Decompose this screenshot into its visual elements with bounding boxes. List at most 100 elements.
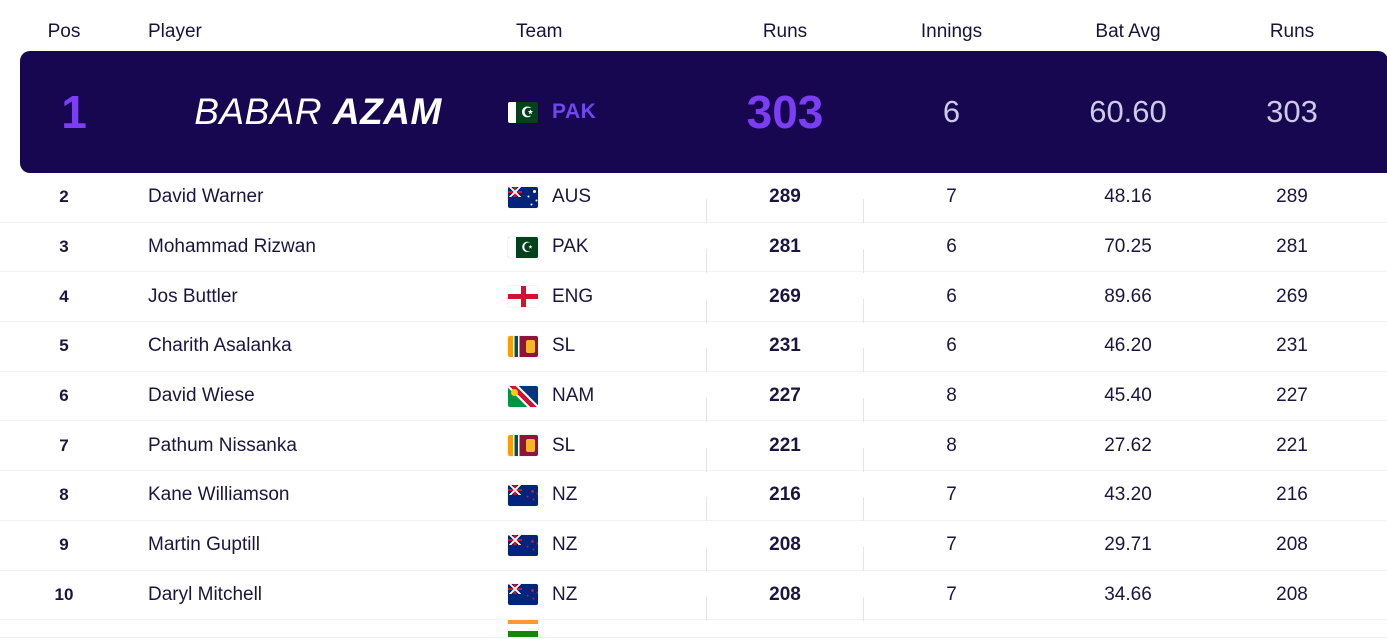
row-team-label: SL: [552, 434, 576, 456]
featured-runs: 303: [746, 86, 824, 138]
table-header: Pos Player Team Runs Innings Bat Avg Run…: [0, 0, 1387, 51]
sl-flag-icon: [508, 335, 538, 357]
table-row[interactable]: 6 David Wiese NAM 227 8 45.40 227: [0, 372, 1387, 423]
row-runs-2: 208: [1276, 583, 1308, 605]
row-bat-avg: 70.25: [1104, 236, 1152, 258]
table-row[interactable]: 2 David Warner AUS 289 7 48.16 289: [0, 173, 1387, 224]
row-team: NZ: [508, 534, 706, 556]
row-team-label: ENG: [552, 285, 594, 307]
row-team: SL: [508, 335, 706, 357]
row-position: 7: [59, 435, 69, 455]
table-row[interactable]: 7 Pathum Nissanka SL 221 8 27.62 221: [0, 421, 1387, 472]
pak-flag-icon: [508, 236, 538, 258]
row-team-label: AUS: [552, 186, 592, 208]
row-team: NZ: [508, 484, 706, 506]
aus-flag-icon: [508, 186, 538, 208]
table-body: 2 David Warner AUS 289 7 48.16 289 3 Mohammad Ri…: [0, 173, 1387, 621]
batting-leaderboard: Pos Player Team Runs Innings Bat Avg Run…: [0, 0, 1387, 639]
row-innings: 7: [946, 534, 957, 556]
row-bat-avg: 48.16: [1104, 186, 1152, 208]
row-team: SL: [508, 435, 706, 457]
row-player-name: Pathum Nissanka: [148, 434, 297, 456]
table-row[interactable]: 3 Mohammad Rizwan PAK 281 6 70.25 281: [0, 223, 1387, 274]
ind-flag-icon: [508, 620, 538, 638]
row-team: NZ: [508, 584, 706, 606]
column-header-player[interactable]: Player: [128, 21, 508, 43]
nz-flag-icon: [508, 484, 538, 506]
table-row-partial[interactable]: [0, 620, 1387, 639]
row-position: 2: [59, 187, 69, 207]
nz-flag-icon: [508, 584, 538, 606]
row-runs: 281: [706, 236, 864, 274]
row-bat-avg: 27.62: [1104, 434, 1152, 456]
row-team: PAK: [508, 236, 706, 258]
row-player-name: Martin Guptill: [148, 534, 260, 556]
row-runs-2: 289: [1276, 186, 1308, 208]
row-runs-2: 216: [1276, 484, 1308, 506]
row-runs: 216: [706, 484, 864, 522]
table-row[interactable]: 10 Daryl Mitchell NZ 208 7 34.66 208: [0, 571, 1387, 621]
row-player-name: Jos Buttler: [148, 285, 238, 307]
row-innings: 7: [946, 583, 957, 605]
sl-flag-icon: [508, 435, 538, 457]
column-header-runs[interactable]: Runs: [706, 21, 864, 43]
row-bat-avg: 46.20: [1104, 335, 1152, 357]
row-position: 4: [59, 286, 69, 306]
row-team-label: NZ: [552, 583, 578, 605]
column-header-pos[interactable]: Pos: [0, 21, 128, 43]
row-runs-2: 221: [1276, 434, 1308, 456]
row-team-label: NAM: [552, 385, 595, 407]
row-runs-2: 231: [1276, 335, 1308, 357]
row-innings: 6: [946, 335, 957, 357]
row-runs: 269: [706, 286, 864, 323]
featured-bat-avg: 60.60: [1089, 94, 1167, 129]
row-player-name: David Wiese: [148, 385, 255, 407]
row-runs: 227: [706, 385, 864, 423]
column-header-team[interactable]: Team: [508, 21, 706, 43]
row-runs-2: 208: [1276, 534, 1308, 556]
row-innings: 8: [946, 385, 957, 407]
nz-flag-icon: [508, 534, 538, 556]
row-runs: 208: [706, 584, 864, 621]
featured-last-name: AZAM: [332, 91, 442, 132]
row-team: ENG: [508, 286, 706, 308]
featured-innings: 6: [942, 94, 961, 129]
table-row[interactable]: 9 Martin Guptill NZ 208 7 29.71 208: [0, 521, 1387, 572]
featured-player-name: BABAR AZAM: [128, 91, 508, 133]
pak-flag-icon: [508, 101, 538, 123]
row-runs: 221: [706, 435, 864, 472]
column-header-runs-2[interactable]: Runs: [1217, 21, 1367, 43]
table-row[interactable]: 8 Kane Williamson NZ 216 7 43.20 216: [0, 471, 1387, 522]
row-player-name: David Warner: [148, 186, 264, 208]
featured-position: 1: [61, 86, 87, 138]
row-team-label: NZ: [552, 484, 578, 506]
row-team-label: PAK: [552, 236, 589, 258]
table-row[interactable]: 5 Charith Asalanka SL 231 6 46.20 231: [0, 322, 1387, 373]
featured-first-name: BABAR: [194, 91, 323, 132]
row-bat-avg: 29.71: [1104, 534, 1152, 556]
row-position: 5: [59, 336, 69, 356]
row-player-name: Daryl Mitchell: [148, 583, 263, 605]
row-innings: 8: [946, 434, 957, 456]
row-position: 9: [59, 535, 69, 555]
row-team: AUS: [508, 186, 706, 208]
row-innings: 7: [946, 186, 957, 208]
row-position: 6: [59, 386, 69, 406]
row-position: 3: [59, 237, 69, 257]
table-row[interactable]: 4 Jos Buttler ENG 269 6 89.66 269: [0, 272, 1387, 323]
row-runs: 208: [706, 534, 864, 572]
row-runs-2: 281: [1276, 236, 1308, 258]
row-player-name: Kane Williamson: [148, 484, 290, 506]
row-bat-avg: 45.40: [1104, 385, 1152, 407]
featured-row-wrapper: 1 BABAR AZAM PAK 303 6 60.60 303: [0, 51, 1387, 173]
row-position: 10: [54, 584, 74, 604]
row-runs-2: 227: [1276, 385, 1308, 407]
row-team: NAM: [508, 385, 706, 407]
row-bat-avg: 89.66: [1104, 285, 1152, 307]
nam-flag-icon: [508, 385, 538, 407]
column-header-bat-avg[interactable]: Bat Avg: [1039, 21, 1217, 43]
row-position: 8: [59, 485, 69, 505]
column-header-innings[interactable]: Innings: [864, 21, 1039, 43]
featured-player-row[interactable]: 1 BABAR AZAM PAK 303 6 60.60 303: [20, 51, 1387, 173]
row-player-name: Mohammad Rizwan: [148, 236, 316, 258]
